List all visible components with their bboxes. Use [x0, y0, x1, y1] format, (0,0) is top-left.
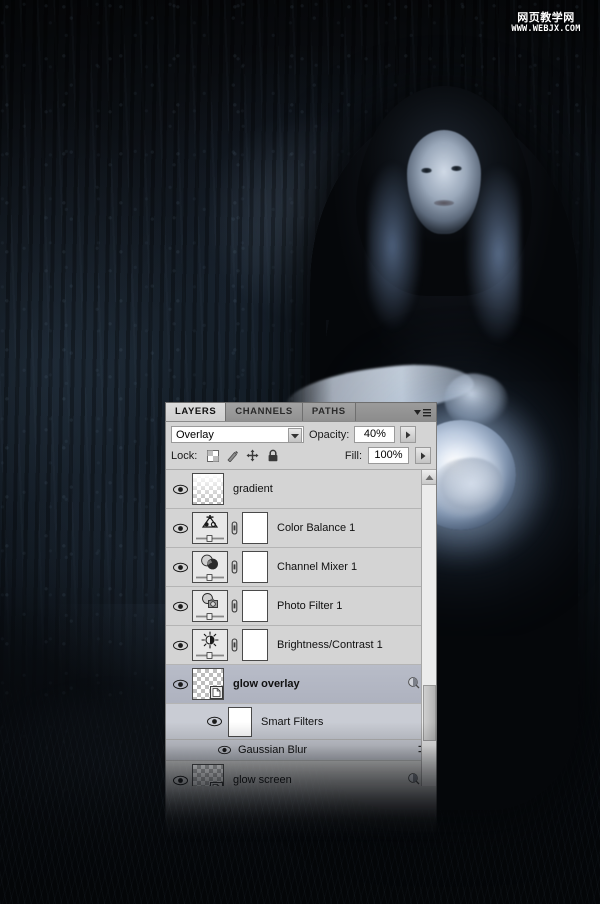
- smart-filter-icon[interactable]: [407, 772, 420, 786]
- fill-triangle-right-icon[interactable]: [415, 447, 431, 464]
- panel-menu-icon[interactable]: [413, 407, 431, 419]
- lock-label: Lock:: [171, 449, 198, 462]
- table-row[interactable]: Color Balance 1: [166, 509, 436, 548]
- layer-mask-thumbnail[interactable]: [242, 590, 268, 622]
- visibility-toggle-eye-icon[interactable]: [214, 745, 234, 755]
- layer-thumbnail[interactable]: [192, 764, 224, 786]
- scrollbar-thumb[interactable]: [423, 685, 436, 741]
- smart-object-badge-icon: [210, 782, 223, 786]
- visibility-toggle-eye-icon[interactable]: [168, 523, 192, 534]
- table-row[interactable]: gradient: [166, 470, 436, 509]
- layer-mask-thumbnail[interactable]: [242, 512, 268, 544]
- layer-name[interactable]: glow overlay: [233, 678, 300, 690]
- layer-name[interactable]: Smart Filters: [261, 716, 323, 728]
- layer-list-scrollbar[interactable]: [421, 470, 436, 786]
- visibility-toggle-eye-icon[interactable]: [168, 562, 192, 573]
- channel-mixer-icon[interactable]: [192, 551, 228, 583]
- table-row[interactable]: Brightness/Contrast 1: [166, 626, 436, 665]
- layer-mask-thumbnail[interactable]: [242, 629, 268, 661]
- visibility-toggle-eye-icon[interactable]: [168, 484, 192, 495]
- layer-name[interactable]: Brightness/Contrast 1: [277, 639, 383, 651]
- layer-name[interactable]: Channel Mixer 1: [277, 561, 357, 573]
- panel-body: Overlay Opacity: 40% Lock: Fill: 100% gr…: [165, 422, 437, 862]
- link-mask-icon[interactable]: [228, 599, 240, 613]
- lock-row: Lock: Fill: 100%: [166, 446, 436, 470]
- visibility-toggle-eye-icon[interactable]: [168, 775, 192, 786]
- opacity-input[interactable]: 40%: [354, 426, 396, 443]
- visibility-toggle-eye-icon[interactable]: [168, 640, 192, 651]
- screenshot-stage: 网页教学网 WWW.WEBJX.COM LAYERS CHANNELS PATH…: [0, 0, 600, 904]
- visibility-toggle-eye-icon[interactable]: [202, 716, 226, 727]
- smart-object-badge-icon: [210, 686, 223, 699]
- tab-layers[interactable]: LAYERS: [166, 403, 227, 421]
- visibility-toggle-eye-icon[interactable]: [168, 679, 192, 690]
- panel-tab-bar: LAYERS CHANNELS PATHS: [165, 402, 437, 422]
- lock-image-icon[interactable]: [226, 449, 239, 462]
- table-row[interactable]: glow screen: [166, 761, 436, 786]
- lips: [434, 200, 454, 206]
- layer-thumbnail[interactable]: [192, 473, 224, 505]
- fill-label: Fill:: [344, 449, 362, 462]
- lock-transparency-icon[interactable]: [206, 449, 219, 462]
- opacity-triangle-right-icon[interactable]: [400, 426, 417, 443]
- table-row[interactable]: Gaussian Blur: [166, 740, 436, 761]
- opacity-label: Opacity:: [309, 428, 350, 441]
- tab-channels[interactable]: CHANNELS: [226, 403, 303, 421]
- link-mask-icon[interactable]: [228, 638, 240, 652]
- smart-filter-icon[interactable]: [407, 676, 420, 692]
- color-balance-icon[interactable]: [192, 512, 228, 544]
- left-eye: [421, 168, 432, 173]
- watermark-chinese-text: 网页教学网: [517, 11, 575, 24]
- blend-mode-select[interactable]: Overlay: [171, 426, 304, 443]
- scrollbar-track[interactable]: [422, 485, 436, 786]
- layer-name[interactable]: glow screen: [233, 774, 292, 786]
- layer-thumbnail[interactable]: [192, 668, 224, 700]
- visibility-toggle-eye-icon[interactable]: [168, 601, 192, 612]
- fill-input[interactable]: 100%: [368, 447, 409, 464]
- watermark: 网页教学网 WWW.WEBJX.COM: [500, 12, 592, 34]
- table-row[interactable]: Smart Filters: [166, 704, 436, 740]
- layer-name[interactable]: Color Balance 1: [277, 522, 355, 534]
- lock-position-icon[interactable]: [246, 449, 259, 462]
- lock-icon-group: [206, 449, 279, 462]
- photo-filter-icon[interactable]: [192, 590, 228, 622]
- smart-filter-mask-thumbnail[interactable]: [228, 706, 252, 737]
- watermark-url: WWW.WEBJX.COM: [511, 24, 581, 34]
- scroll-up-icon[interactable]: [422, 470, 436, 485]
- lock-all-icon[interactable]: [266, 449, 279, 462]
- blend-opacity-row: Overlay Opacity: 40%: [166, 422, 436, 446]
- brightness-contrast-icon[interactable]: [192, 629, 228, 661]
- layer-name[interactable]: Gaussian Blur: [238, 744, 307, 756]
- right-eye: [451, 166, 462, 171]
- layer-name[interactable]: Photo Filter 1: [277, 600, 342, 612]
- layers-panel: LAYERS CHANNELS PATHS Overlay Opacity: 4…: [165, 402, 437, 862]
- table-row[interactable]: Channel Mixer 1: [166, 548, 436, 587]
- table-row[interactable]: glow overlay: [166, 665, 436, 704]
- chevron-down-icon[interactable]: [288, 428, 302, 443]
- layer-mask-thumbnail[interactable]: [242, 551, 268, 583]
- layer-name[interactable]: gradient: [233, 483, 273, 495]
- link-mask-icon[interactable]: [228, 521, 240, 535]
- layer-list[interactable]: gradient Color Balance 1 Channel Mixer 1…: [166, 470, 436, 786]
- blend-mode-value: Overlay: [176, 428, 214, 441]
- tab-paths[interactable]: PATHS: [302, 403, 356, 421]
- link-mask-icon[interactable]: [228, 560, 240, 574]
- table-row[interactable]: Photo Filter 1: [166, 587, 436, 626]
